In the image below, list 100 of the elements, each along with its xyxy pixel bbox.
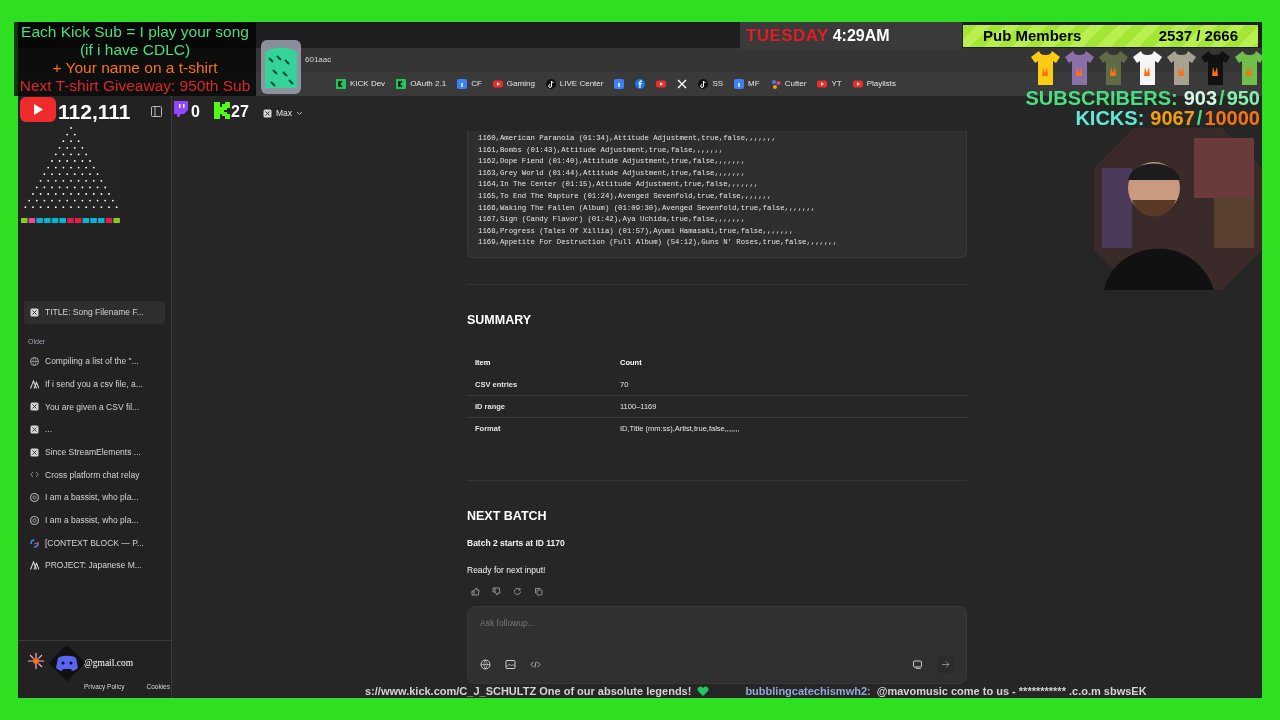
play-icon (817, 79, 828, 89)
kick-count: 27 (231, 102, 249, 122)
promo-text: Each Kick Sub = I play your song (21, 23, 249, 41)
refresh-icon[interactable] (513, 586, 522, 596)
music-note-icon (698, 79, 709, 89)
f-circle-icon (635, 79, 646, 89)
goal-separator: / (1219, 88, 1225, 108)
bookmark[interactable]: Playlists (852, 78, 897, 90)
address-text[interactable]: 601aac (305, 54, 332, 66)
goal-label: KICKS: (1075, 108, 1145, 128)
day-text: TUESDAY (746, 25, 829, 48)
k-tile-icon (396, 79, 407, 89)
cross-icon (677, 79, 688, 89)
cross-tile-icon (30, 307, 39, 317)
bookmark[interactable]: LIVE Center (545, 78, 604, 90)
swirl-icon (30, 515, 39, 525)
copy-icon[interactable] (534, 586, 543, 596)
members-label: Pub Members (983, 25, 1082, 46)
members-count: 2537 / 2666 (1158, 25, 1238, 46)
bookmark[interactable]: KICK Dev (336, 78, 386, 90)
peaks-icon (30, 561, 39, 571)
info-tile-icon (734, 79, 745, 89)
chat-history-item[interactable]: I am a bassist, who pla... (24, 509, 165, 532)
bookmark[interactable] (656, 79, 667, 89)
chat-bubble-icon (173, 101, 188, 117)
k-block-icon (214, 102, 230, 119)
goal-label: SUBSCRIBERS: (1025, 88, 1178, 108)
t-shirt-icon (1234, 50, 1265, 86)
cross-tile-icon (30, 402, 39, 412)
follower-count: 0 (191, 102, 200, 122)
globe-icon (30, 357, 39, 367)
goal-value: 903 (1183, 88, 1218, 108)
cross-tile-icon (263, 109, 272, 118)
image-icon[interactable] (505, 658, 516, 670)
caret-icon (296, 111, 304, 116)
info-tile-icon (614, 79, 625, 89)
t-shirt-icon (1098, 50, 1129, 86)
swirl-icon (30, 493, 39, 503)
cross-tile-icon (30, 447, 39, 457)
thumbs-up-icon[interactable] (471, 586, 480, 596)
play-icon (492, 79, 503, 89)
ticker-text: @mavomusic come to us - *********** .c.o.m sbwsEK (876, 684, 1147, 699)
t-shirt-icon (1030, 50, 1061, 86)
bookmark[interactable] (677, 79, 688, 89)
play-icon (20, 97, 56, 122)
goal-separator: / (1196, 108, 1203, 128)
info-tile-icon (457, 79, 468, 89)
arrow-icon (941, 659, 950, 669)
section-heading: SUMMARY (467, 311, 533, 329)
chat-history-item[interactable]: If i send you a csv file, a... (24, 372, 165, 396)
t-shirt-icon (1132, 50, 1163, 86)
bookmark[interactable]: Cutter (770, 78, 807, 90)
subscriber-count: 112,111 (58, 99, 131, 125)
time-text: 4:29AM (832, 26, 890, 46)
bookmark[interactable] (614, 79, 625, 89)
promo-text: Next T-shirt Giveaway: 950th Sub (19, 77, 251, 95)
email-text: @gmail.com (84, 657, 135, 670)
chat-history-item[interactable]: ... (24, 418, 165, 441)
message-input[interactable]: Ask followup... (480, 616, 954, 630)
paragraph: Ready for next input! (467, 564, 547, 577)
model-selector[interactable]: Max (263, 107, 304, 120)
chat-history-item[interactable]: You are given a CSV fil... (24, 395, 165, 419)
paragraph: Batch 2 starts at ID 1170 (467, 537, 566, 551)
promo-text: (if i have CDLC) (79, 41, 191, 59)
play-icon (852, 79, 863, 89)
goal-value: 9067 (1150, 108, 1195, 128)
thumbs-down-icon[interactable] (492, 586, 501, 596)
t-shirt-icon (1200, 50, 1231, 86)
cross-tile-icon (30, 425, 39, 435)
goal-target: 950 (1226, 88, 1260, 108)
ticker-text: s://www.kick.com/C_J_SCHULTZ One of our absolute legends! (365, 684, 692, 699)
music-note-icon (545, 79, 556, 89)
code-icon (30, 470, 39, 480)
bookmark[interactable]: SS (698, 78, 724, 90)
bookmark[interactable]: Gaming (492, 78, 535, 90)
chat-history-item[interactable]: TITLE: Song Filename F... (24, 301, 165, 324)
bookmark[interactable] (635, 79, 646, 89)
chat-history-item[interactable]: I am a bassist, who pla... (24, 486, 165, 509)
promo-text: + Your name on a t-shirt (52, 59, 218, 77)
burst-icon (27, 652, 45, 670)
chat-history-item[interactable]: [CONTEXT BLOCK — P... (24, 531, 165, 555)
bookmark[interactable]: OAuth 2.1 (396, 78, 447, 90)
bookmark[interactable]: YT (817, 78, 842, 90)
bookmark[interactable]: MF (734, 78, 760, 90)
chat-history-item[interactable]: Cross platform chat relay (24, 463, 165, 487)
k-tile-icon (336, 79, 346, 89)
globe-icon[interactable] (480, 658, 491, 670)
chat-history-item[interactable]: Since StreamElements ... (24, 440, 165, 464)
chat-history-item[interactable]: Compiling a list of the "... (24, 350, 165, 373)
sidebar-toggle-icon[interactable] (151, 106, 162, 117)
heart-icon (697, 685, 710, 697)
peaks-icon (30, 379, 39, 389)
window-icon[interactable] (912, 658, 923, 670)
bookmark[interactable]: CF (457, 78, 482, 90)
dots-icon (770, 79, 781, 89)
t-shirt-icon (1064, 50, 1095, 86)
play-icon (656, 79, 667, 89)
chat-history-item[interactable]: PROJECT: Japanese M... (24, 554, 165, 578)
send-button[interactable] (937, 655, 954, 673)
ring-icon (30, 538, 39, 548)
